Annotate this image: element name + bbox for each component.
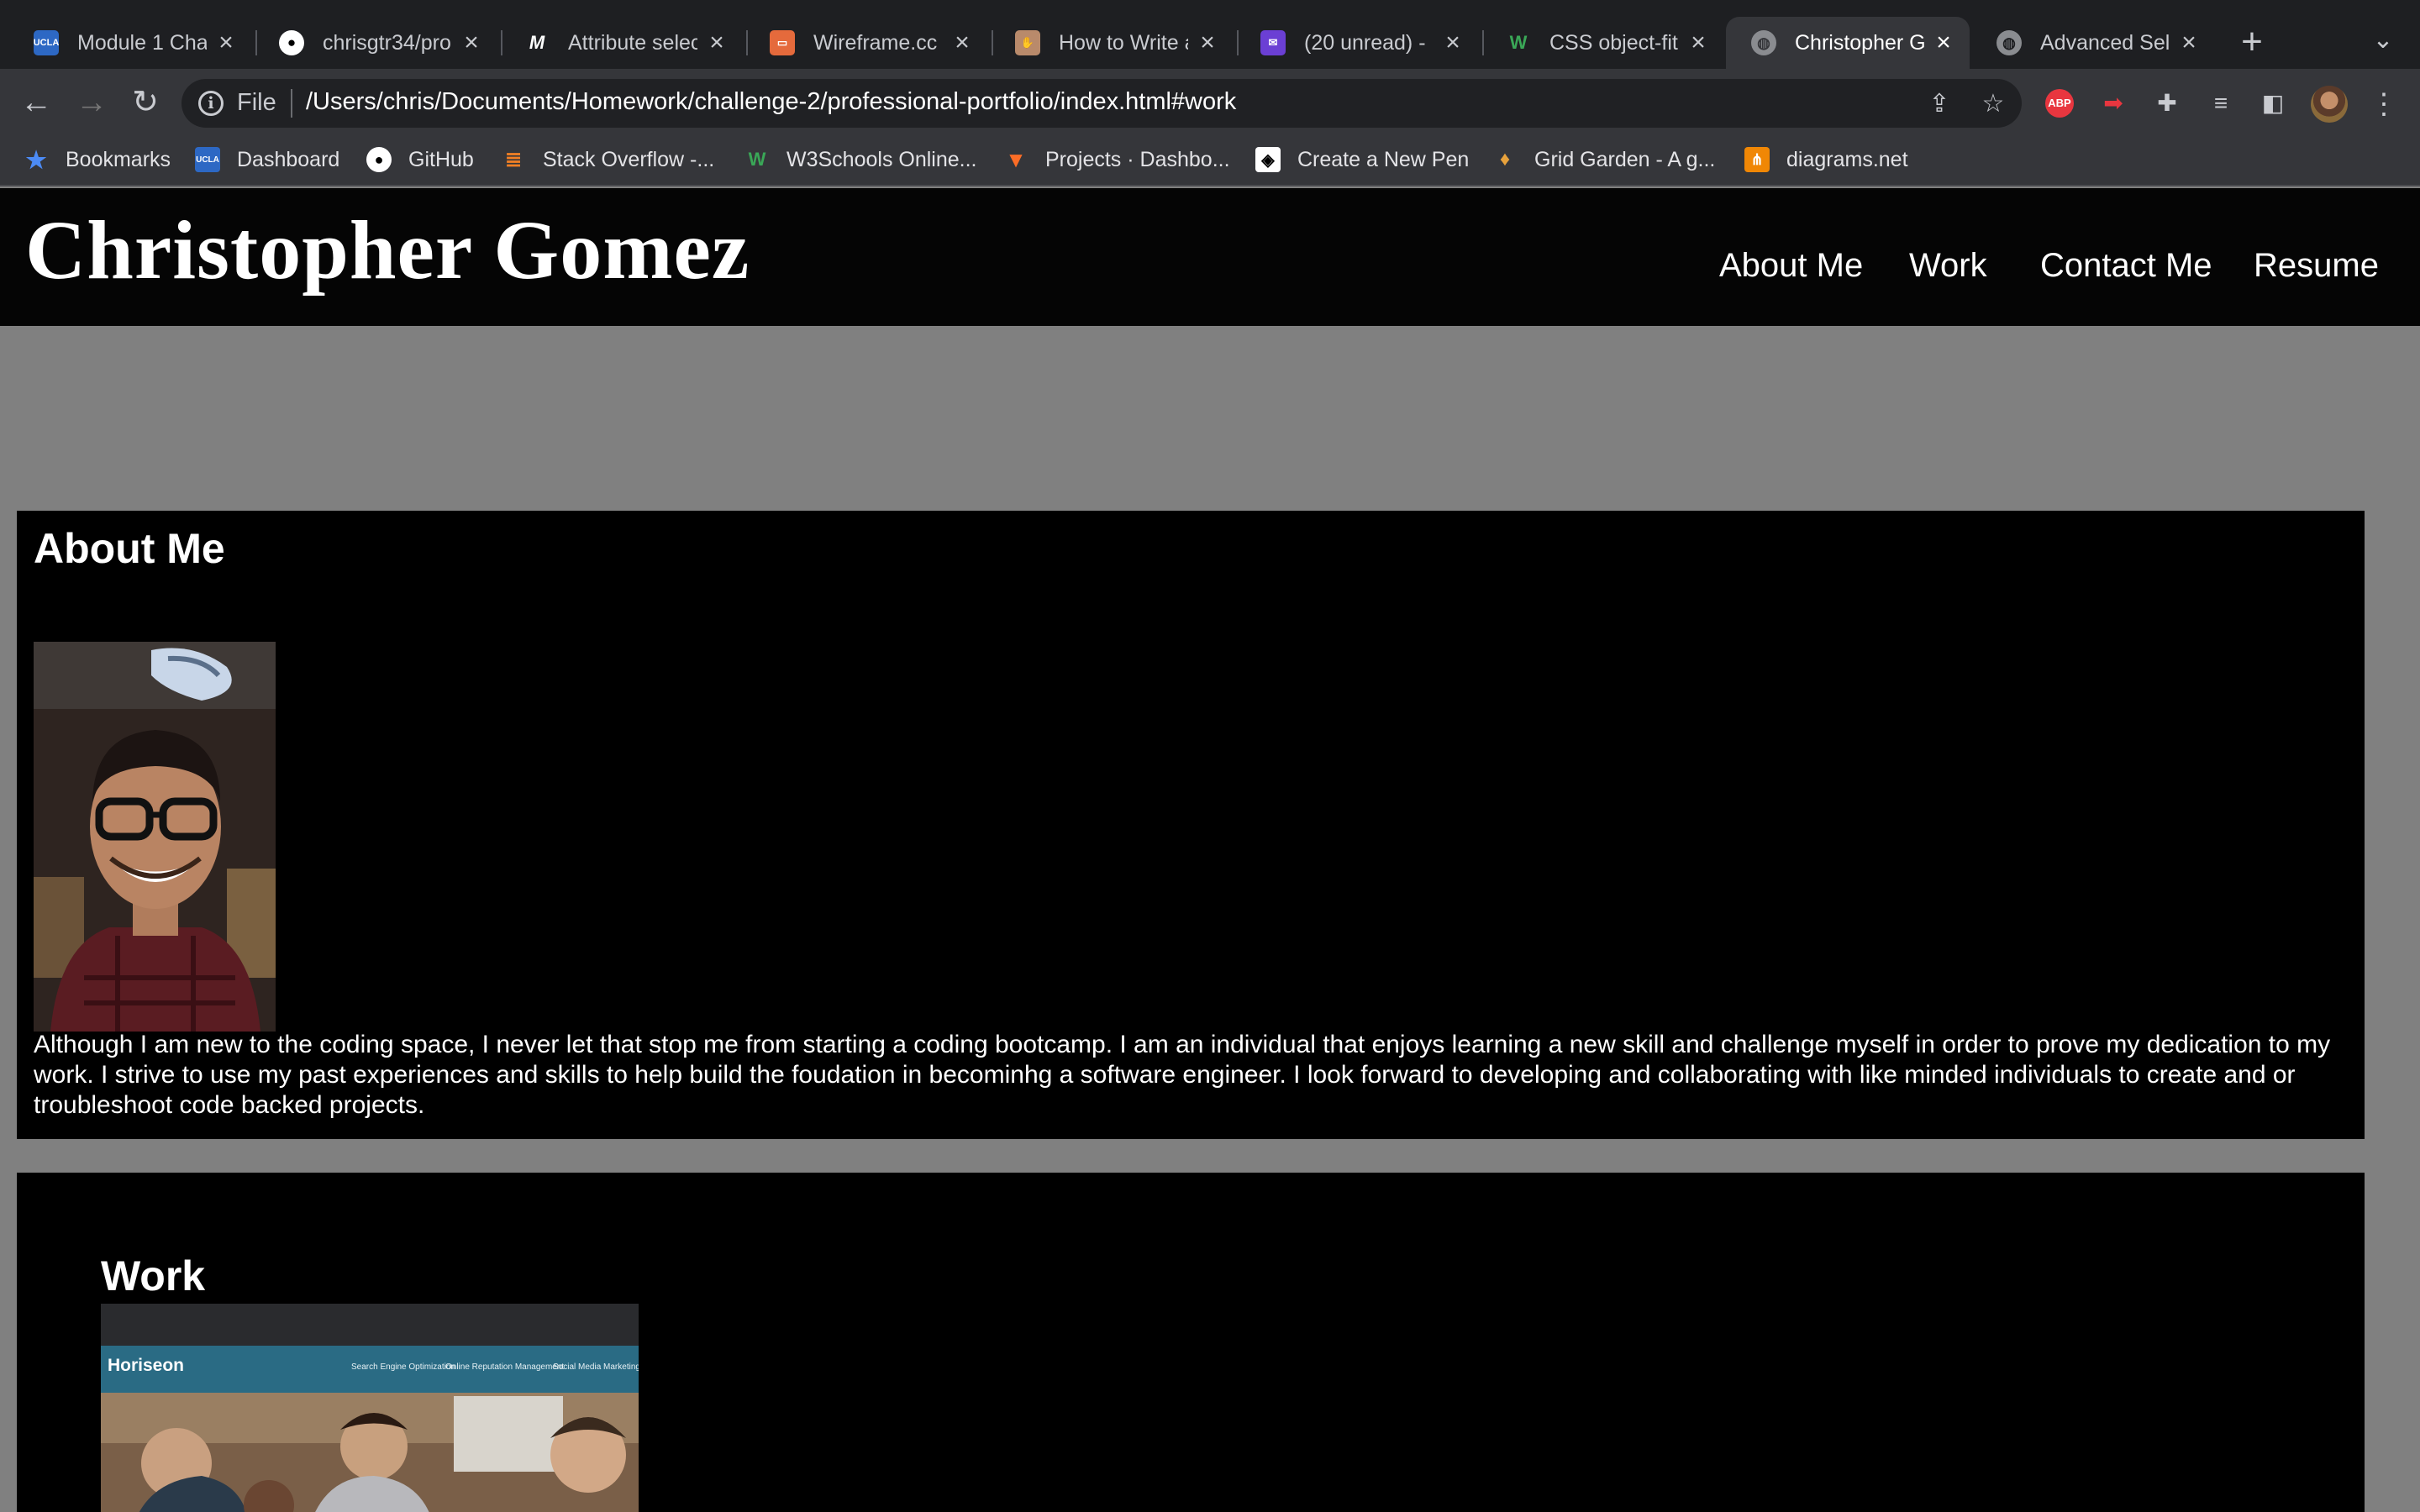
tab-title: Attribute selec: [568, 30, 697, 55]
bookmark-w3schools[interactable]: W W3Schools Online...: [744, 144, 977, 175]
tab-search-chevron-icon[interactable]: ⌄: [2366, 25, 2400, 59]
new-tab-button[interactable]: +: [2235, 22, 2269, 64]
media-queue-icon[interactable]: ≡: [2205, 87, 2237, 119]
bookmark-label: GitHub: [408, 147, 474, 171]
close-icon[interactable]: ×: [706, 29, 728, 57]
nav-about-me[interactable]: About Me: [1719, 247, 1863, 285]
bookmark-label: Bookmarks: [66, 147, 171, 171]
nav-resume[interactable]: Resume: [2254, 247, 2379, 285]
scheme-label: File: [237, 89, 276, 116]
thumbnail-link: Social Media Marketing: [553, 1362, 639, 1372]
about-heading: About Me: [34, 525, 225, 572]
close-icon[interactable]: ×: [1197, 29, 1218, 57]
tab-title: (20 unread) -: [1304, 30, 1426, 55]
tab-title: chrisgtr34/pro: [323, 30, 451, 55]
tab-css-object-fit[interactable]: W CSS object-fit ×: [1481, 17, 1724, 69]
wireframe-icon: ▭: [770, 30, 795, 55]
adblock-plus-icon[interactable]: ABP: [2045, 89, 2074, 118]
bookmark-label: Grid Garden - A g...: [1534, 147, 1716, 171]
close-icon[interactable]: ×: [1442, 29, 1464, 57]
bookmark-label: Projects · Dashbo...: [1045, 147, 1230, 171]
tab-christopher-gomez[interactable]: ◍ Christopher G ×: [1726, 17, 1970, 69]
bookmark-star-icon[interactable]: ☆: [1976, 87, 2010, 121]
bookmark-stack-overflow[interactable]: ≣ Stack Overflow -...: [501, 144, 714, 175]
stackoverflow-icon: ≣: [504, 148, 523, 171]
thumbnail-link: Search Engine Optimization: [351, 1362, 455, 1372]
bookmark-label: W3Schools Online...: [786, 147, 977, 171]
bookmark-label: Dashboard: [237, 147, 340, 171]
site-title: Christopher Gomez: [25, 203, 750, 297]
profile-avatar[interactable]: [2311, 86, 2348, 123]
info-icon[interactable]: i: [198, 91, 224, 116]
url-text[interactable]: /Users/chris/Documents/Homework/challeng…: [306, 88, 1236, 116]
tab-title: Wireframe.cc: [813, 30, 938, 55]
side-panel-icon[interactable]: ◧: [2257, 87, 2289, 119]
close-icon[interactable]: ×: [1933, 29, 1954, 57]
bookmark-label: Create a New Pen: [1297, 147, 1470, 171]
tab-mail[interactable]: ✉ (20 unread) - ×: [1235, 17, 1479, 69]
work-project-thumbnail[interactable]: Horiseon Search Engine Optimization Onli…: [101, 1304, 639, 1512]
w3schools-icon: W: [748, 149, 766, 170]
tab-advanced-selectors[interactable]: ◍ Advanced Sel ×: [1971, 17, 2215, 69]
portrait-illustration: [34, 642, 276, 1032]
bookmark-dashboard[interactable]: UCLA Dashboard: [195, 144, 339, 175]
bookmark-diagrams[interactable]: ⋔ diagrams.net: [1744, 144, 1908, 175]
mdn-icon: M: [529, 32, 545, 53]
bookmark-label: diagrams.net: [1786, 147, 1908, 171]
tab-title: Advanced Sel: [2040, 30, 2170, 55]
github-icon: ●: [366, 147, 392, 172]
bookmark-github[interactable]: ● GitHub: [366, 144, 474, 175]
ucla-icon: UCLA: [195, 147, 220, 172]
close-icon[interactable]: ×: [1687, 29, 1709, 57]
close-icon[interactable]: ×: [460, 29, 482, 57]
tab-how-to-write[interactable]: ✋ How to Write a ×: [990, 17, 1234, 69]
nav-contact-me[interactable]: Contact Me: [2040, 247, 2212, 285]
bookmark-bookmarks[interactable]: ★ Bookmarks: [24, 144, 171, 175]
tab-module-1[interactable]: UCLA Module 1 Chal ×: [8, 17, 252, 69]
extension-arrow-icon[interactable]: ➡: [2097, 87, 2129, 119]
profile-photo: [34, 642, 276, 1032]
address-divider: [291, 89, 292, 118]
bookmark-gitlab-projects[interactable]: ▼ Projects · Dashbo...: [1003, 144, 1230, 175]
thumbnail-link: Online Reputation Management: [445, 1362, 565, 1372]
extensions-puzzle-icon[interactable]: ✚: [2151, 87, 2183, 119]
hashnode-icon: ✋: [1015, 30, 1040, 55]
codepen-icon: ◈: [1255, 147, 1281, 172]
share-icon[interactable]: ⇪: [1923, 87, 1956, 121]
forward-arrow-icon[interactable]: →: [71, 84, 113, 121]
bookmark-codepen[interactable]: ◈ Create a New Pen: [1255, 144, 1469, 175]
close-icon[interactable]: ×: [215, 29, 237, 57]
tab-github[interactable]: ● chrisgtr34/pro ×: [254, 17, 497, 69]
tab-title: How to Write a: [1059, 30, 1188, 55]
bookmark-grid-garden[interactable]: ♦ Grid Garden - A g...: [1492, 144, 1716, 175]
bookmark-label: Stack Overflow -...: [543, 147, 715, 171]
menu-kebab-icon[interactable]: ⋮: [2370, 86, 2398, 123]
diagrams-icon: ⋔: [1744, 147, 1770, 172]
nav-work[interactable]: Work: [1909, 247, 1987, 285]
star-icon: ★: [25, 146, 47, 173]
tab-title: Christopher G: [1795, 30, 1924, 55]
tab-attribute-selector[interactable]: M Attribute selec ×: [499, 17, 743, 69]
carrot-icon: ♦: [1499, 148, 1511, 171]
tab-title: CSS object-fit: [1549, 30, 1678, 55]
mail-icon: ✉: [1260, 30, 1286, 55]
w3schools-icon: W: [1509, 32, 1528, 53]
thumbnail-brand: Horiseon: [108, 1356, 185, 1375]
gitlab-icon: ▼: [1005, 146, 1027, 172]
about-paragraph: Although I am new to the coding space, I…: [34, 1031, 2331, 1119]
reload-icon[interactable]: ↻: [124, 84, 166, 121]
thumbnail-photo: [101, 1393, 639, 1512]
globe-icon: ◍: [1751, 30, 1776, 55]
close-icon[interactable]: ×: [2178, 29, 2200, 57]
close-icon[interactable]: ×: [951, 29, 973, 57]
ucla-icon: UCLA: [34, 30, 59, 55]
globe-icon: ◍: [1996, 30, 2022, 55]
work-heading: Work: [101, 1252, 206, 1299]
tab-wireframe[interactable]: ▭ Wireframe.cc ×: [744, 17, 988, 69]
github-icon: ●: [279, 30, 304, 55]
tab-title: Module 1 Chal: [77, 30, 207, 55]
back-arrow-icon[interactable]: ←: [15, 84, 57, 121]
